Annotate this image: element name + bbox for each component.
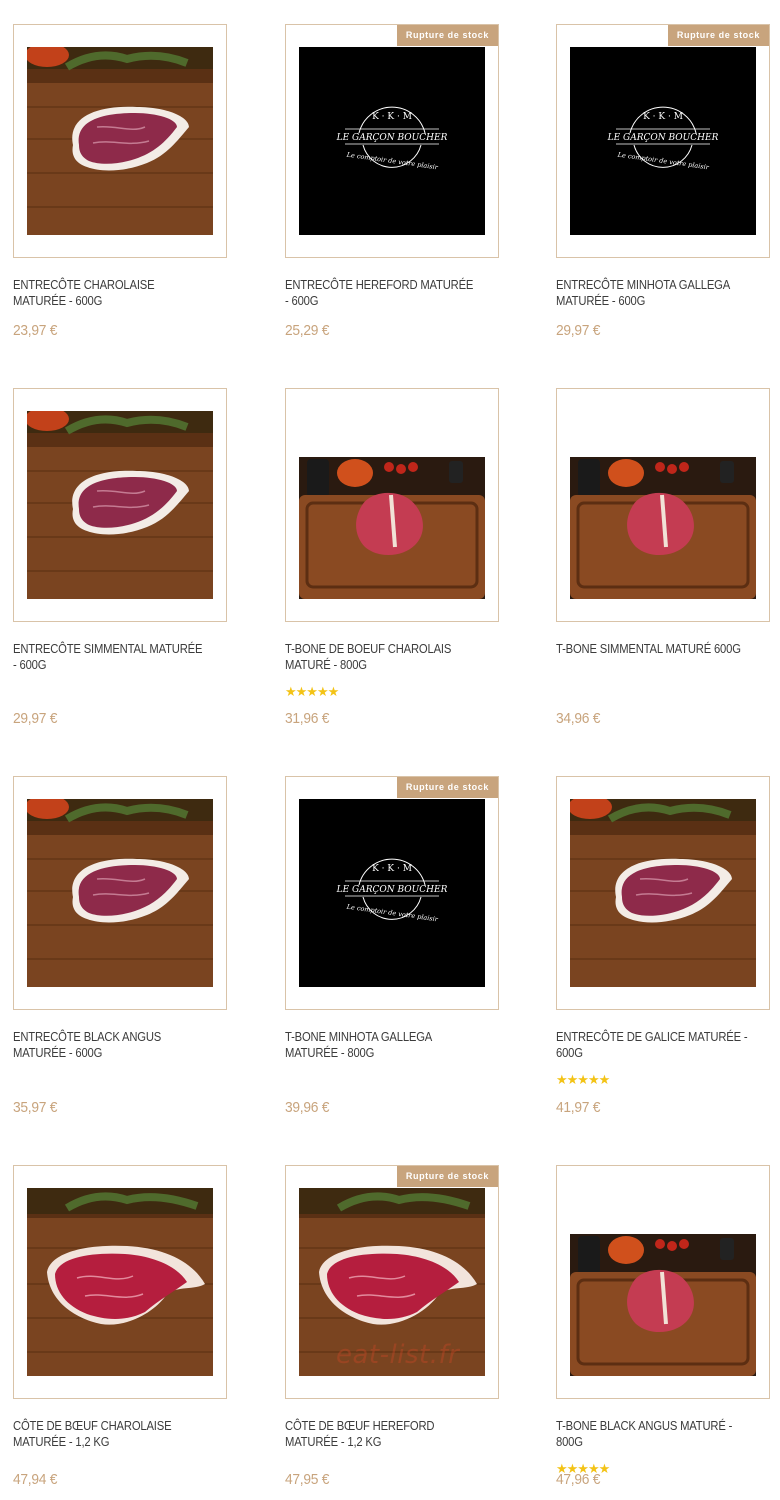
logo-name: LE GARÇON BOUCHER (607, 133, 719, 143)
product-price: 39,96 € (285, 1099, 330, 1116)
product-image-link[interactable]: K · K · M LE GARÇON BOUCHER Le comptoir de… (285, 24, 499, 258)
product-image-link[interactable] (13, 388, 227, 622)
product-price: 31,96 € (285, 710, 330, 727)
tbone-photo (570, 411, 756, 599)
product-title[interactable]: Côte de bœuf Charolaise Maturée - 1,2 kg (13, 1418, 206, 1450)
product-image: K · K · M LE GARÇON BOUCHER Le comptoir de… (299, 799, 485, 987)
product-image-link[interactable] (556, 776, 770, 1010)
product-title[interactable]: Entrecôte Hereford Maturée - 600g (285, 277, 478, 309)
product-price: 34,96 € (556, 710, 601, 727)
product-title[interactable]: Entrecôte Black Angus Maturée - 600g (13, 1029, 206, 1061)
rating-stars: ★★★★★ (285, 684, 339, 699)
product-price: 41,97 € (556, 1099, 601, 1116)
product-image-link[interactable] (556, 1165, 770, 1399)
product-image-link[interactable] (13, 1165, 227, 1399)
product-image (27, 1188, 213, 1376)
ribeye-photo (570, 799, 756, 987)
product-title[interactable]: Entrecôte Simmental Maturée - 600g (13, 641, 206, 673)
product-image (27, 799, 213, 987)
tbone-photo (299, 411, 485, 599)
logo-name: LE GARÇON BOUCHER (336, 885, 448, 895)
product-title[interactable]: T-bone Black Angus Maturé - 800g (556, 1418, 749, 1450)
product-image (570, 411, 756, 599)
product-price: 23,97 € (13, 322, 58, 339)
brand-logo: K · K · MLE GARÇON BOUCHERLe comptoir de… (299, 47, 485, 235)
tbone-photo (570, 1188, 756, 1376)
rating-stars: ★★★★★ (556, 1072, 610, 1087)
product-price: 29,97 € (13, 710, 58, 727)
product-image-link[interactable]: K · K · M LE GARÇON BOUCHER Le comptoir de… (556, 24, 770, 258)
product-image: K · K · M LE GARÇON BOUCHER Le comptoir de… (299, 47, 485, 235)
product-price: 25,29 € (285, 322, 330, 339)
product-price: 47,95 € (285, 1471, 330, 1488)
watermark: eat-list.fr (336, 1340, 460, 1370)
product-image-link[interactable]: K · K · M LE GARÇON BOUCHER Le comptoir de… (285, 776, 499, 1010)
product-price: 47,94 € (13, 1471, 58, 1488)
brand-logo: K · K · MLE GARÇON BOUCHERLe comptoir de… (570, 47, 756, 235)
ribeye-photo (27, 799, 213, 987)
product-image (570, 1188, 756, 1376)
product-title[interactable]: T-bone de boeuf Charolais Maturé - 800g (285, 641, 478, 673)
product-price: 47,96 € (556, 1471, 601, 1488)
product-image (570, 799, 756, 987)
product-grid: Entrecôte Charolaise Maturée - 600g 23,97… (0, 0, 780, 1500)
rib-steak-photo (27, 1188, 213, 1376)
product-image: K · K · M LE GARÇON BOUCHER Le comptoir de… (570, 47, 756, 235)
product-title[interactable]: Entrecôte Charolaise Maturée - 600g (13, 277, 206, 309)
product-image (299, 411, 485, 599)
ribeye-photo (27, 411, 213, 599)
product-title[interactable]: T-bone Simmental Maturé 600g (556, 641, 749, 657)
product-image (27, 47, 213, 235)
product-image-link[interactable] (13, 776, 227, 1010)
product-image (27, 411, 213, 599)
ribeye-photo (27, 47, 213, 235)
product-price: 35,97 € (13, 1099, 58, 1116)
out-of-stock-badge: Rupture de stock (396, 25, 498, 46)
product-title[interactable]: Entrecôte Minhota Gallega Maturée - 600g (556, 277, 749, 309)
out-of-stock-badge: Rupture de stock (396, 777, 498, 798)
logo-initials: K · K · M (372, 112, 412, 122)
product-price: 29,97 € (556, 322, 601, 339)
product-title[interactable]: Entrecôte de Galice Maturée - 600g (556, 1029, 749, 1061)
product-title[interactable]: Côte de bœuf Hereford Maturée - 1,2 kg (285, 1418, 478, 1450)
logo-name: LE GARÇON BOUCHER (336, 133, 448, 143)
out-of-stock-badge: Rupture de stock (667, 25, 769, 46)
product-image-link[interactable] (13, 24, 227, 258)
product-image-link[interactable] (285, 388, 499, 622)
product-title[interactable]: T-bone Minhota Gallega Maturée - 800g (285, 1029, 478, 1061)
out-of-stock-badge: Rupture de stock (396, 1166, 498, 1187)
brand-logo: K · K · MLE GARÇON BOUCHERLe comptoir de… (299, 799, 485, 987)
logo-initials: K · K · M (643, 112, 683, 122)
logo-initials: K · K · M (372, 864, 412, 874)
product-image-link[interactable] (556, 388, 770, 622)
